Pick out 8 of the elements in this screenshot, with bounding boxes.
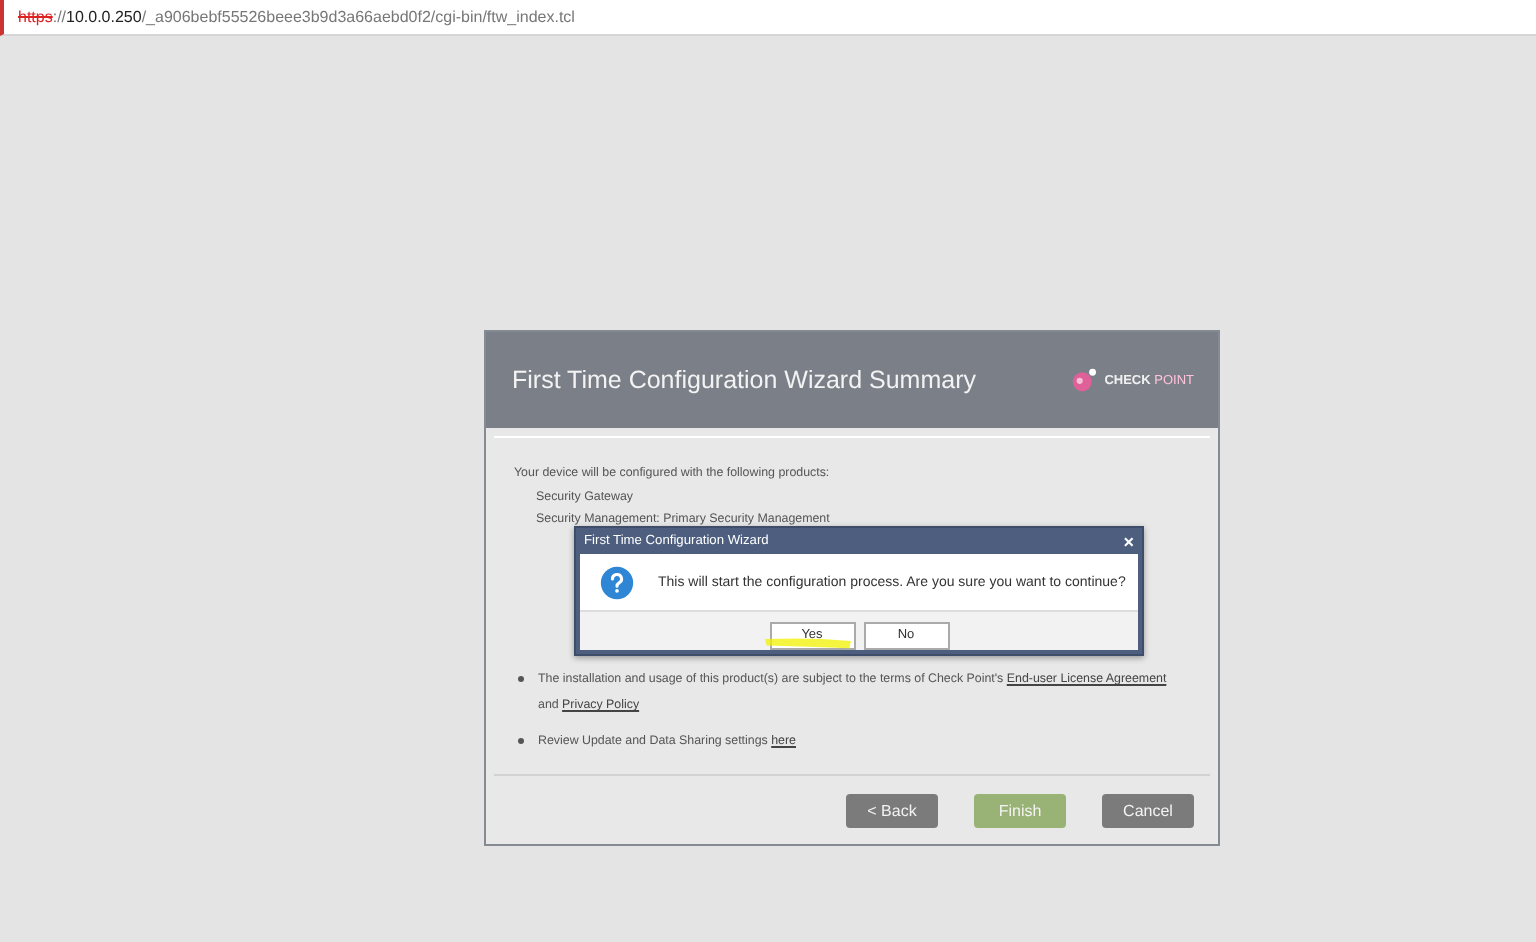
logo-icon [1070,368,1099,392]
wizard-title: First Time Configuration Wizard Summary [512,366,979,394]
back-button[interactable]: < Back [846,793,938,827]
question-icon [600,565,634,599]
url-text: https://10.0.0.250/_a906bebf55526beee3b9d3a66aebd0f2/cgi-bin/ftw_index.tcl [18,8,575,26]
address-bar[interactable]: https://10.0.0.250/_a906bebf55526beee3b9d3a66aebd0f2/cgi-bin/ftw_index.tcl [0,0,1536,36]
cancel-button[interactable]: Cancel [1102,793,1194,827]
close-button[interactable]: × [1123,531,1134,551]
